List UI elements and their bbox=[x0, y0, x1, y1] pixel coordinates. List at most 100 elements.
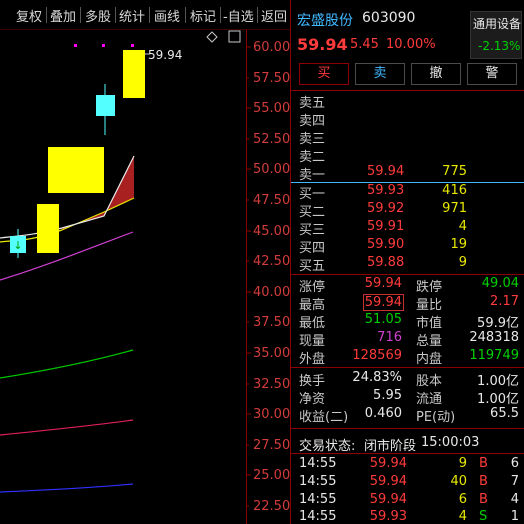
y-tick-label: 30.00 bbox=[253, 407, 291, 422]
y-tick-label: 45.00 bbox=[253, 224, 291, 239]
toolbar-remove-favorite[interactable]: -自选 bbox=[223, 6, 254, 25]
sector-label: 通用设备 bbox=[473, 17, 522, 31]
chart-settings-diamond-icon bbox=[206, 31, 218, 43]
toolbar-restore-rights[interactable]: 复权 bbox=[16, 6, 42, 25]
buy-button[interactable]: 买 bbox=[299, 63, 349, 85]
y-tick-label: 47.50 bbox=[253, 193, 291, 208]
divider bbox=[291, 90, 524, 91]
stat-label: 最高 bbox=[299, 298, 326, 313]
ma-line-green bbox=[0, 349, 134, 379]
bid-volume: 19 bbox=[450, 237, 467, 252]
stats-row: 现量 716 总量 248318 bbox=[291, 330, 524, 349]
stats-row: 最低 51.05 市值 59.9亿 bbox=[291, 312, 524, 331]
stat-value: 119749 bbox=[469, 348, 519, 363]
ask-label: 卖一 bbox=[299, 168, 326, 183]
price-change-pct: 10.00% bbox=[386, 37, 436, 52]
y-tick-label: 37.50 bbox=[253, 315, 291, 330]
y-tick-label: 60.00 bbox=[253, 40, 291, 55]
signal-marker bbox=[131, 44, 134, 47]
stat-value: 5.95 bbox=[373, 388, 402, 403]
toolbar-draw-line[interactable]: 画线 bbox=[154, 6, 180, 25]
candle-body-up bbox=[123, 50, 145, 98]
y-tick-label: 32.50 bbox=[253, 377, 291, 392]
bid-volume: 4 bbox=[458, 219, 467, 234]
stat-value: 59.9亿 bbox=[477, 316, 519, 331]
ask-row-4[interactable]: 卖四 bbox=[291, 110, 524, 129]
quote-panel: 宏盛股份 603090 59.94 5.45 10.00% 通用设备 -2.13… bbox=[290, 0, 524, 524]
stat-value: 1.00亿 bbox=[477, 374, 519, 389]
chart-toolbar: 复权 叠加 多股 统计 画线 标记 -自选 返回 bbox=[0, 0, 290, 30]
bid-row-4[interactable]: 买四 59.90 19 bbox=[291, 237, 524, 256]
y-tick-label: 52.50 bbox=[253, 132, 291, 147]
ask-row-3[interactable]: 卖三 bbox=[291, 128, 524, 147]
y-tick-label: 35.00 bbox=[253, 346, 291, 361]
arrow-down-icon: ↓ bbox=[13, 239, 22, 252]
sector-box[interactable]: 通用设备 -2.13% bbox=[470, 11, 522, 59]
stat-value: 51.05 bbox=[364, 312, 402, 327]
sell-button[interactable]: 卖 bbox=[355, 63, 405, 85]
stat-value: 716 bbox=[377, 330, 402, 345]
candle-body-up bbox=[48, 147, 104, 193]
toolbar-statistics[interactable]: 统计 bbox=[119, 6, 145, 25]
divider bbox=[291, 453, 524, 454]
ask-price: 59.94 bbox=[367, 164, 405, 179]
toolbar-multi-stock[interactable]: 多股 bbox=[85, 6, 111, 25]
bid-label: 买五 bbox=[299, 259, 326, 274]
tick-row: 14:55 59.94 9 B 6 bbox=[299, 456, 519, 471]
y-tick-label: 22.50 bbox=[253, 499, 291, 514]
ask-label: 卖四 bbox=[299, 114, 326, 129]
ask-row-2[interactable]: 卖二 bbox=[291, 146, 524, 165]
y-tick-label: 40.00 bbox=[253, 285, 291, 300]
stat-value: 49.04 bbox=[481, 276, 519, 291]
y-tick-label: 42.50 bbox=[253, 254, 291, 269]
stat-label: 现量 bbox=[299, 334, 326, 349]
bid-label: 买二 bbox=[299, 205, 326, 220]
tick-row: 14:55 59.94 6 B 4 bbox=[299, 492, 519, 507]
stat-value: 24.83% bbox=[352, 370, 402, 385]
bid-volume: 9 bbox=[458, 255, 467, 270]
bid-label: 买四 bbox=[299, 241, 326, 256]
y-tick-label: 55.00 bbox=[253, 101, 291, 116]
stat-label: 收益(二) bbox=[299, 410, 349, 425]
bid-row-5[interactable]: 买五 59.88 9 bbox=[291, 255, 524, 274]
stat-label: 外盘 bbox=[299, 352, 326, 367]
stat-label: 换手 bbox=[299, 374, 326, 389]
stats-row: 最高 59.94 量比 2.17 bbox=[291, 294, 524, 313]
y-tick-label: 25.00 bbox=[253, 468, 291, 483]
bid-row-2[interactable]: 买二 59.92 971 bbox=[291, 201, 524, 220]
y-tick-label: 57.50 bbox=[253, 71, 291, 86]
divider bbox=[291, 367, 524, 368]
y-tick-label: 50.00 bbox=[253, 162, 291, 177]
divider bbox=[291, 428, 524, 429]
stat-label: 净资 bbox=[299, 392, 326, 407]
bid-row-1[interactable]: 买一 59.93 416 bbox=[291, 183, 524, 202]
signal-marker bbox=[74, 44, 77, 47]
stat-label: 量比 bbox=[416, 298, 443, 313]
last-price-label: 59.94 bbox=[148, 48, 182, 62]
stat-label: PE(动) bbox=[416, 410, 456, 425]
toolbar-back[interactable]: 返回 bbox=[261, 6, 287, 25]
kline-chart[interactable]: ↓ 59.94 60.00 57.50 55.00 52.50 50.00 47… bbox=[0, 30, 290, 524]
ask-row-5[interactable]: 卖五 bbox=[291, 92, 524, 111]
stat-label: 最低 bbox=[299, 316, 326, 331]
toolbar-overlay[interactable]: 叠加 bbox=[50, 6, 76, 25]
ask-row-1[interactable]: 卖一 59.94 775 bbox=[291, 164, 524, 183]
stats-row: 收益(二) 0.460 PE(动) 65.5 bbox=[291, 406, 524, 425]
ask-label: 卖五 bbox=[299, 96, 326, 111]
bid-row-3[interactable]: 买三 59.91 4 bbox=[291, 219, 524, 238]
bid-label: 买三 bbox=[299, 223, 326, 238]
tick-row: 14:55 59.93 4 S 1 bbox=[299, 509, 519, 524]
stats-row: 涨停 59.94 跌停 49.04 bbox=[291, 276, 524, 295]
alert-button[interactable]: 警 bbox=[467, 63, 517, 85]
divider bbox=[291, 274, 524, 275]
cancel-order-button[interactable]: 撤 bbox=[411, 63, 461, 85]
status-time: 15:00:03 bbox=[421, 435, 480, 450]
bid-label: 买一 bbox=[299, 187, 326, 202]
window-toggle-icon bbox=[228, 30, 241, 43]
toolbar-mark[interactable]: 标记 bbox=[190, 6, 216, 25]
stat-label: 市值 bbox=[416, 316, 443, 331]
stat-value: 248318 bbox=[469, 330, 519, 345]
status-label: 交易状态: bbox=[299, 439, 356, 454]
candle-body-up bbox=[37, 204, 59, 253]
stat-value: 65.5 bbox=[490, 406, 519, 421]
